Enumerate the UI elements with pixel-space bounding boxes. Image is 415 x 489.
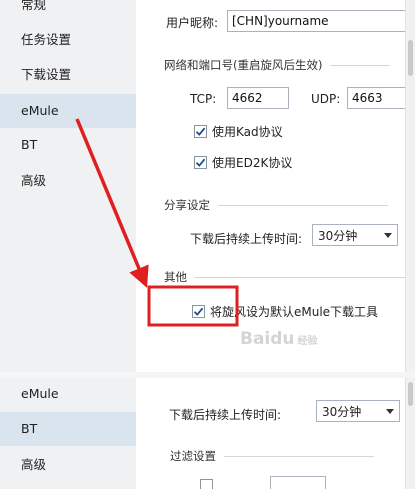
baidu-watermark: Baidu 经验: [240, 329, 318, 349]
checkmark-icon: [195, 158, 206, 167]
use-ed2k-label: 使用ED2K协议: [212, 156, 293, 170]
scrollbar-thumb[interactable]: [408, 40, 413, 76]
filter-checkbox[interactable]: [200, 479, 218, 489]
vertical-scrollbar[interactable]: [405, 378, 415, 489]
sidebar-item-advanced[interactable]: 高级: [0, 164, 136, 198]
tcp-port-input[interactable]: 4662: [227, 87, 289, 109]
scrollbar-thumb[interactable]: [408, 382, 413, 406]
upload-after-label: 下载后持续上传时间:: [190, 232, 303, 246]
sidebar-item-advanced[interactable]: 高级: [0, 448, 136, 482]
checkbox-box[interactable]: [200, 479, 213, 489]
settings-panel-bt: eMule BT 高级 下载后持续上传时间: 30分钟 过滤设置: [0, 378, 415, 489]
nickname-label: 用户昵称:: [166, 16, 219, 30]
settings-sidebar: 常规 任务设置 下载设置 eMule BT 高级: [0, 0, 136, 372]
default-emule-tool-label: 将旋风设为默认eMule下载工具: [210, 305, 379, 319]
default-emule-tool-checkbox[interactable]: 将旋风设为默认eMule下载工具: [192, 303, 378, 320]
checkmark-icon: [193, 307, 204, 316]
filter-section-label: 过滤设置: [170, 449, 216, 463]
udp-port-input[interactable]: 4663: [347, 87, 409, 109]
checkmark-icon: [195, 127, 206, 136]
bt-settings-content: 下载后持续上传时间: 30分钟 过滤设置: [136, 378, 415, 489]
upload-after-select[interactable]: 30分钟: [312, 224, 398, 246]
settings-sidebar: eMule BT 高级: [0, 378, 136, 489]
checkbox-box[interactable]: [194, 125, 207, 138]
section-divider: [195, 276, 405, 278]
share-section-label: 分享设定: [164, 198, 210, 212]
udp-label: UDP:: [311, 92, 341, 106]
sidebar-item-bt[interactable]: BT: [0, 412, 136, 446]
sidebar-item-emule[interactable]: eMule: [0, 378, 136, 411]
network-section-title: 网络和端口号(重启旋风后生效): [164, 57, 391, 73]
bt-upload-after-select[interactable]: 30分钟: [316, 400, 400, 422]
use-kad-checkbox[interactable]: 使用Kad协议: [194, 123, 283, 140]
bt-upload-after-label: 下载后持续上传时间:: [169, 408, 282, 422]
sidebar-item-bt[interactable]: BT: [0, 128, 136, 162]
section-divider: [224, 455, 374, 457]
checkbox-box[interactable]: [194, 156, 207, 169]
emule-settings-content: 用户昵称: [CHN]yourname 网络和端口号(重启旋风后生效) TCP:…: [136, 0, 415, 372]
bt-upload-after-value: 30分钟: [322, 404, 362, 419]
other-section-label: 其他: [164, 270, 187, 284]
nickname-input[interactable]: [CHN]yourname: [227, 10, 407, 32]
settings-panel-emule: 常规 任务设置 下载设置 eMule BT 高级 用户昵称: [CHN]your…: [0, 0, 415, 372]
use-ed2k-checkbox[interactable]: 使用ED2K协议: [194, 154, 292, 171]
use-kad-label: 使用Kad协议: [212, 125, 283, 139]
network-section-label: 网络和端口号(重启旋风后生效): [164, 58, 323, 72]
vertical-scrollbar[interactable]: [405, 0, 415, 372]
sidebar-item-task-settings[interactable]: 任务设置: [0, 23, 136, 57]
section-divider: [218, 204, 388, 206]
sidebar-item-general[interactable]: 常规: [0, 0, 136, 22]
section-divider: [330, 64, 391, 66]
filter-section-title: 过滤设置: [170, 448, 374, 464]
sidebar-item-download-settings[interactable]: 下载设置: [0, 58, 136, 92]
checkbox-box[interactable]: [192, 305, 205, 318]
other-section-title: 其他: [164, 269, 405, 285]
dropdown-arrow-icon: [379, 232, 397, 238]
share-section-title: 分享设定: [164, 197, 388, 213]
dropdown-arrow-icon: [381, 408, 399, 414]
tcp-label: TCP:: [190, 92, 217, 106]
filter-value-input[interactable]: [270, 476, 326, 489]
upload-after-value: 30分钟: [318, 228, 358, 243]
sidebar-item-emule[interactable]: eMule: [0, 94, 136, 128]
